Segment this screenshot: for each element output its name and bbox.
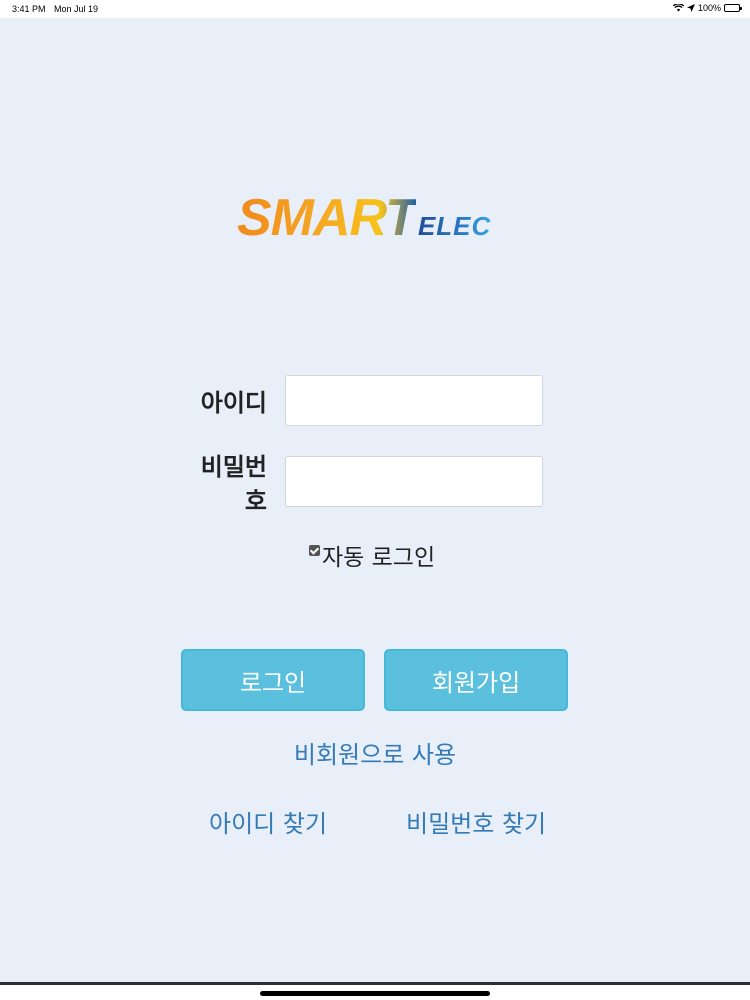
auto-login-option[interactable]: 자동 로그인 bbox=[309, 542, 435, 574]
password-label: 비밀번호 bbox=[200, 453, 267, 515]
password-input[interactable] bbox=[285, 456, 543, 507]
battery-icon bbox=[724, 4, 742, 12]
auto-login-checkbox[interactable] bbox=[309, 545, 320, 556]
signup-button[interactable]: 회원가입 bbox=[384, 649, 568, 711]
guest-use-link[interactable]: 비회원으로 사용 bbox=[0, 735, 750, 770]
status-bar: 3:41 PM Mon Jul 19 100% bbox=[0, 0, 750, 18]
home-indicator[interactable] bbox=[260, 991, 490, 996]
logo-main-text: SMART bbox=[237, 189, 417, 247]
id-label: 아이디 bbox=[200, 389, 267, 417]
auto-login-label: 자동 로그인 bbox=[322, 545, 436, 571]
id-input[interactable] bbox=[285, 375, 543, 426]
wifi-icon bbox=[672, 4, 684, 12]
logo-sub-text: ELEC bbox=[417, 211, 492, 241]
status-time: 3:41 PM bbox=[12, 4, 46, 14]
login-button[interactable]: 로그인 bbox=[181, 649, 365, 711]
status-date: Mon Jul 19 bbox=[54, 4, 99, 14]
find-password-link[interactable]: 비밀번호 찾기 bbox=[406, 804, 546, 839]
smartelec-logo: SMART ELEC bbox=[237, 188, 491, 258]
location-arrow-icon bbox=[686, 4, 695, 12]
find-id-link[interactable]: 아이디 찾기 bbox=[209, 804, 327, 839]
bottom-bar bbox=[0, 982, 750, 1000]
battery-percent: 100% bbox=[697, 3, 721, 13]
status-indicators: 100% bbox=[672, 3, 742, 13]
